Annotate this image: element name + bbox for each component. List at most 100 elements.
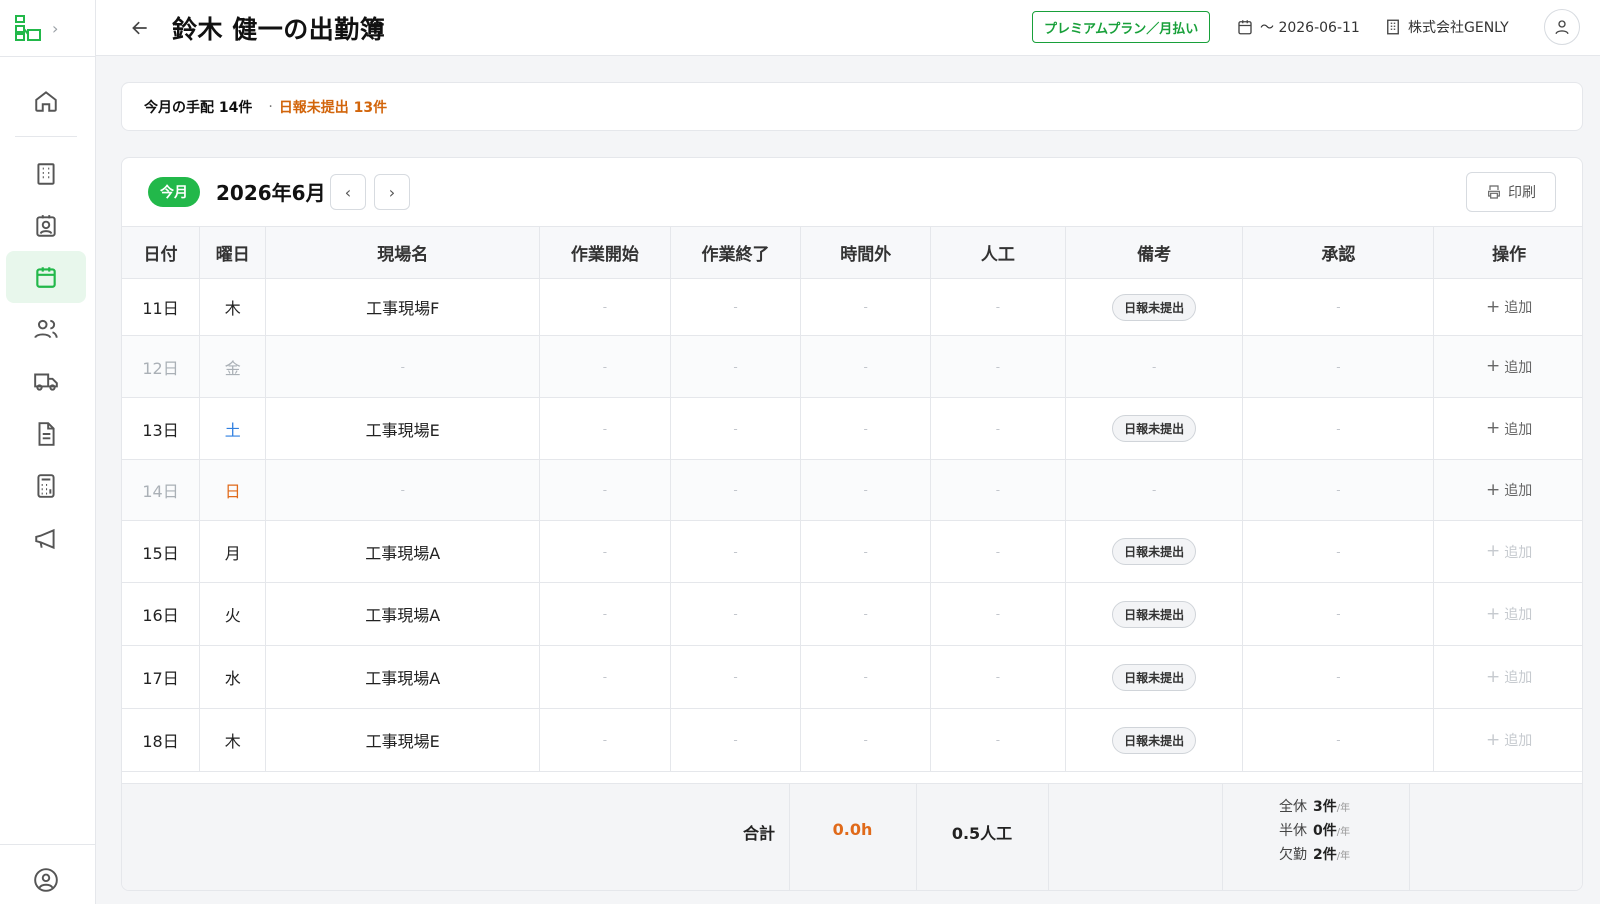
sidebar-item-workers[interactable] [6,303,86,355]
sidebar-divider [0,56,96,57]
start-cell: - [539,520,671,583]
table-row[interactable]: 14日 日 - - - - - - - + 追加 [122,459,1582,521]
approval-cell: - [1242,708,1435,772]
add-button[interactable]: + 追加 [1486,730,1532,750]
prev-month-button[interactable]: ‹ [330,174,366,210]
leave-summary: 全休 3件/年 半休 0件/年 欠勤 2件/年 [1279,796,1350,868]
col-note: 備考 [1065,226,1244,279]
table-row[interactable]: 13日 土 工事現場E - - - - 日報未提出 - + 追加 [122,397,1582,460]
leave-label: 欠勤 [1279,847,1307,863]
sidebar-item-building[interactable] [6,148,86,200]
footer-divider [1048,784,1049,890]
action-cell: + 追加 [1433,335,1582,398]
status-badge[interactable]: 日報未提出 [1112,538,1197,565]
note-cell: - [1065,335,1244,398]
app-logo[interactable]: › [14,12,74,44]
expand-chevron-icon[interactable]: › [52,19,58,38]
sidebar-item-attendance[interactable] [6,251,86,303]
weekday-cell: 木 [199,708,267,772]
unsubmitted-report-count[interactable]: 日報未提出 13件 [279,97,387,117]
table-row[interactable]: 11日 木 工事現場F - - - - 日報未提出 - + 追加 [122,278,1582,336]
current-month-button[interactable]: 今月 [148,177,200,207]
note-cell: 日報未提出 [1065,645,1244,709]
sidebar-item-announcements[interactable] [6,513,86,565]
end-cell: - [670,645,802,709]
sidebar-bottom-divider [0,844,96,845]
manday-cell: - [930,278,1066,336]
user-avatar-button[interactable] [1544,9,1580,45]
col-weekday: 曜日 [199,226,267,279]
overtime-cell: - [800,645,932,709]
megaphone-icon [35,528,55,550]
add-button[interactable]: + 追加 [1486,357,1532,377]
table-row[interactable]: 12日 金 - - - - - - - + 追加 [122,335,1582,398]
overtime-cell: - [800,459,932,521]
users-icon [34,319,58,339]
site-cell: 工事現場A [265,645,541,709]
plus-icon: + [1486,356,1501,377]
end-cell: - [670,397,802,460]
col-start: 作業開始 [539,226,671,279]
table-header-row: 日付 曜日 現場名 作業開始 作業終了 時間外 人工 備考 承認 操作 [122,226,1582,279]
next-month-button[interactable]: › [374,174,410,210]
add-label: 追加 [1504,359,1533,376]
sidebar-item-vehicles[interactable] [6,355,86,407]
add-button[interactable]: + 追加 [1486,604,1532,624]
date-cell: 12日 [122,335,201,398]
approval-cell: - [1242,459,1435,521]
add-button[interactable]: + 追加 [1486,480,1532,500]
document-icon [38,422,55,446]
status-badge[interactable]: 日報未提出 [1112,726,1197,754]
add-label: 追加 [1504,421,1533,438]
table-row[interactable]: 18日 木 工事現場E - - - - 日報未提出 - + 追加 [122,708,1582,772]
manday-cell: - [930,520,1066,583]
add-button[interactable]: + 追加 [1486,419,1532,439]
calendar-icon [1238,20,1252,35]
nav-separator [15,136,77,137]
company-selector[interactable]: 株式会社GENLY [1384,17,1509,37]
weekday-cell: 木 [199,278,267,336]
table-row[interactable]: 16日 火 工事現場A - - - - 日報未提出 - + 追加 [122,582,1582,646]
status-badge[interactable]: 日報未提出 [1112,663,1197,691]
user-icon [1555,20,1569,35]
back-button[interactable] [126,14,154,42]
account-button[interactable] [30,864,62,896]
start-cell: - [539,459,671,521]
site-cell: 工事現場E [265,397,541,460]
add-button[interactable]: + 追加 [1486,542,1532,562]
table-row[interactable]: 15日 月 工事現場A - - - - 日報未提出 - + 追加 [122,520,1582,583]
plan-badge[interactable]: プレミアムプラン／月払い [1032,11,1211,43]
sidebar-item-documents[interactable] [6,408,86,460]
plus-icon: + [1486,418,1501,439]
overtime-cell: - [800,520,932,583]
manday-cell: - [930,459,1066,521]
overtime-cell: - [800,335,932,398]
add-label: 追加 [1504,544,1533,561]
table-row[interactable]: 17日 水 工事現場A - - - - 日報未提出 - + 追加 [122,645,1582,709]
end-cell: - [670,335,802,398]
action-cell: + 追加 [1433,278,1582,336]
overtime-cell: - [800,397,932,460]
print-button[interactable]: 印刷 [1466,172,1556,212]
sidebar-item-home[interactable] [6,75,86,127]
plus-icon: + [1486,603,1501,624]
sidebar-item-contacts[interactable] [6,200,86,252]
weekday-cell: 水 [199,645,267,709]
date-cell: 18日 [122,708,201,772]
leave-label: 全休 [1279,799,1307,815]
status-badge[interactable]: 日報未提出 [1112,415,1197,442]
logo-icon [15,15,41,41]
note-cell: 日報未提出 [1065,278,1244,336]
building-icon [37,163,55,185]
add-button[interactable]: + 追加 [1486,297,1532,317]
status-badge[interactable]: 日報未提出 [1112,600,1197,628]
weekday-cell: 火 [199,582,267,646]
top-header: 鈴木 健一の出勤簿 プレミアムプラン／月払い 〜 2026-06-11 株式会社… [96,0,1600,56]
home-icon [35,91,57,112]
status-badge[interactable]: 日報未提出 [1112,293,1197,321]
action-cell: + 追加 [1433,645,1582,709]
date-range[interactable]: 〜 2026-06-11 [1236,17,1360,37]
user-circle-icon [34,868,58,892]
sidebar-item-calculator[interactable] [6,460,86,512]
add-button[interactable]: + 追加 [1486,667,1532,687]
